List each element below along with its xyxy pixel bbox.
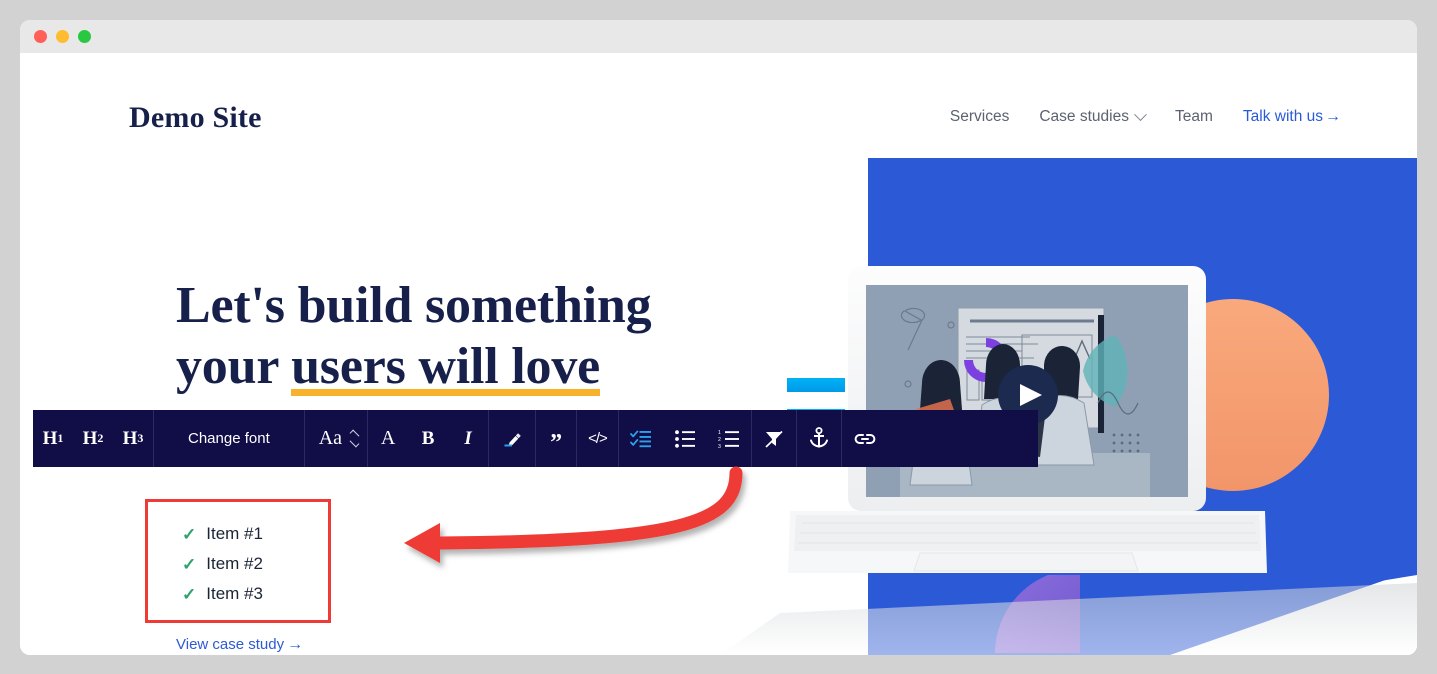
- headline-highlighted-phrase: users will love: [291, 338, 601, 396]
- toolbar-group-text-style: A B I: [368, 410, 490, 467]
- toolbar-group-lists: 1 2 3: [619, 410, 752, 467]
- highlighter-button[interactable]: [489, 410, 535, 467]
- headline-line-2-plain: your: [176, 338, 292, 395]
- nav-label-case-studies: Case studies: [1039, 108, 1129, 125]
- clear-formatting-icon: [765, 430, 783, 448]
- checklist-content-box[interactable]: ✓ Item #1 ✓ Item #2 ✓ Item #3: [145, 499, 331, 623]
- nav-label-talk-with-us: Talk with us: [1242, 108, 1323, 125]
- heading-1-icon: H: [42, 427, 58, 449]
- anchor-button[interactable]: [797, 410, 841, 467]
- cyan-bar-top: [787, 378, 845, 392]
- font-size-stepper[interactable]: Aa: [305, 410, 367, 467]
- link-icon: [854, 433, 876, 444]
- nav-label-services: Services: [949, 108, 1010, 125]
- toolbar-group-quote: ”: [536, 410, 578, 467]
- toolbar-group-highlighter: [489, 410, 537, 467]
- window-titlebar: [20, 20, 1417, 53]
- heading-3-button[interactable]: H3: [113, 410, 153, 467]
- svg-text:2: 2: [718, 437, 721, 443]
- change-font-button[interactable]: Change font: [154, 410, 304, 467]
- toolbar-group-font: Change font: [154, 410, 305, 467]
- view-case-study-link[interactable]: View case study →: [176, 636, 303, 653]
- toolbar-group-code: </>: [577, 410, 619, 467]
- play-triangle-icon: [1020, 384, 1042, 406]
- check-icon: ✓: [182, 554, 197, 574]
- anchor-icon: [809, 426, 828, 447]
- italic-button[interactable]: I: [448, 410, 488, 467]
- numbered-list-button[interactable]: 1 2 3: [707, 410, 751, 467]
- browser-window: Demo Site Services Case studies Team Tal…: [20, 20, 1417, 655]
- insert-link-button[interactable]: [842, 410, 888, 467]
- list-item[interactable]: ✓ Item #3: [182, 579, 328, 609]
- arrow-right-icon: →: [287, 635, 304, 653]
- arrow-right-icon: →: [1325, 108, 1341, 125]
- main-navigation: Services Case studies Team Talk with us …: [950, 107, 1341, 126]
- minimize-window-button[interactable]: [56, 30, 69, 43]
- checklist-button[interactable]: [619, 410, 663, 467]
- page-viewport: Demo Site Services Case studies Team Tal…: [20, 53, 1417, 655]
- svg-text:3: 3: [718, 443, 721, 448]
- code-block-button[interactable]: </>: [577, 410, 618, 467]
- heading-1-button[interactable]: H1: [33, 410, 73, 467]
- check-icon: ✓: [182, 584, 197, 604]
- list-item-label: Item #3: [206, 584, 263, 603]
- site-brand[interactable]: Demo Site: [129, 101, 262, 135]
- highlighter-icon: [504, 432, 521, 446]
- check-icon: ✓: [182, 524, 197, 544]
- nav-item-services[interactable]: Services: [950, 108, 1009, 126]
- heading-2-icon: H: [82, 427, 98, 449]
- toolbar-group-font-size: Aa: [305, 410, 369, 467]
- text-color-button[interactable]: A: [368, 410, 408, 467]
- bold-button[interactable]: B: [408, 410, 448, 467]
- view-case-study-label: View case study: [176, 636, 285, 653]
- svg-text:1: 1: [718, 430, 721, 436]
- editor-toolbar: H1 H2 H3 Change font Aa A B I ” </> 1 2 …: [33, 410, 1038, 467]
- toolbar-group-headings: H1 H2 H3: [33, 410, 154, 467]
- bulleted-list-button[interactable]: [663, 410, 707, 467]
- toolbar-group-link: [842, 410, 888, 467]
- headline-line-1: Let's build something: [176, 277, 652, 334]
- numbered-list-icon: 1 2 3: [718, 430, 739, 449]
- clear-formatting-button[interactable]: [752, 410, 796, 467]
- list-item-label: Item #1: [206, 524, 263, 543]
- checklist-icon: [629, 430, 651, 447]
- font-size-icon: Aa: [318, 427, 343, 449]
- heading-1-level: 1: [57, 431, 64, 445]
- page-title: Let's build something your users will lo…: [176, 275, 776, 397]
- toolbar-group-anchor: [797, 410, 842, 467]
- nav-label-team: Team: [1174, 108, 1213, 125]
- list-item[interactable]: ✓ Item #1: [182, 519, 328, 549]
- stepper-arrows[interactable]: [349, 429, 360, 448]
- list-item-label: Item #2: [206, 554, 263, 573]
- orange-circle-shape: [1137, 299, 1329, 491]
- zoom-window-button[interactable]: [78, 30, 91, 43]
- nav-item-case-studies[interactable]: Case studies: [1039, 107, 1147, 126]
- chevron-down-icon: [1134, 107, 1147, 121]
- heading-3-icon: H: [122, 427, 138, 449]
- nav-item-team[interactable]: Team: [1175, 108, 1213, 126]
- list-item[interactable]: ✓ Item #2: [182, 549, 328, 579]
- heading-3-level: 3: [137, 431, 144, 445]
- blockquote-button[interactable]: ”: [536, 410, 576, 467]
- heading-2-level: 2: [97, 431, 104, 445]
- close-window-button[interactable]: [34, 30, 47, 43]
- purple-wedge-shape: [995, 575, 1080, 653]
- nav-item-talk-with-us[interactable]: Talk with us →: [1243, 108, 1341, 126]
- chevron-down-icon[interactable]: [349, 437, 360, 448]
- heading-2-button[interactable]: H2: [73, 410, 113, 467]
- toolbar-group-clear-format: [752, 410, 797, 467]
- bulleted-list-icon: [674, 429, 695, 448]
- blue-panel-shape: [868, 158, 1417, 655]
